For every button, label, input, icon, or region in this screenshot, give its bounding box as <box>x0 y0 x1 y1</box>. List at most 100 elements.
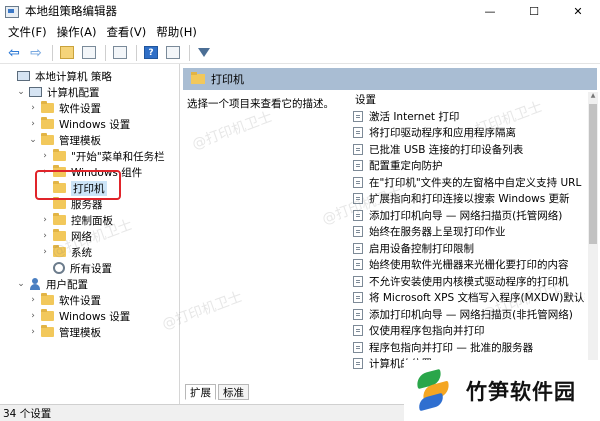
toolbar-separator <box>136 44 137 61</box>
close-button[interactable]: ✕ <box>556 0 600 22</box>
chevron-right-icon[interactable]: › <box>40 231 50 241</box>
policy-setting-icon <box>353 193 363 205</box>
folder-icon <box>53 149 66 161</box>
folder-icon <box>41 133 54 145</box>
maximize-button[interactable]: ☐ <box>512 0 556 22</box>
setting-label: 不允许安装使用内核模式驱动程序的打印机 <box>369 275 569 288</box>
menu-view[interactable]: 查看(V) <box>101 22 151 42</box>
setting-row[interactable]: 不允许安装使用内核模式驱动程序的打印机 <box>353 273 585 290</box>
tree-item[interactable]: › Windows 设置 <box>28 116 130 132</box>
tree-item-label: 控制面板 <box>71 214 113 227</box>
chevron-right-icon[interactable]: › <box>28 103 38 113</box>
chevron-right-icon[interactable]: › <box>28 119 38 129</box>
menu-action[interactable]: 操作(A) <box>52 22 102 42</box>
chevron-right-icon[interactable]: › <box>28 311 38 321</box>
chevron-right-icon[interactable]: › <box>28 295 38 305</box>
policy-setting-icon <box>353 242 363 254</box>
chevron-right-icon[interactable]: › <box>40 247 50 257</box>
tree-item[interactable]: › Windows 设置 <box>28 308 130 324</box>
setting-label: 启用设备控制打印限制 <box>369 242 474 255</box>
tree-item[interactable]: › 软件设置 <box>28 292 101 308</box>
setting-label: 程序包指向并打印 — 批准的服务器 <box>369 341 534 354</box>
up-folder-button[interactable] <box>57 44 77 62</box>
setting-label: 始终使用软件光栅器来光栅化要打印的内容 <box>369 259 569 272</box>
tree-item[interactable]: 所有设置 <box>40 260 112 276</box>
chevron-down-icon[interactable]: ⌄ <box>16 279 26 289</box>
setting-label: 始终在服务器上呈现打印作业 <box>369 226 506 239</box>
help-icon: ? <box>144 46 158 59</box>
tree-item-label: 管理模板 <box>59 326 101 339</box>
setting-row[interactable]: 扩展指向和打印连接以搜索 Windows 更新 <box>353 191 585 208</box>
policy-setting-icon <box>353 259 363 271</box>
tree-item-label: 网络 <box>71 230 92 243</box>
tree-item[interactable]: › 网络 <box>40 228 92 244</box>
forward-arrow-icon[interactable]: ⇨ <box>26 44 46 62</box>
scroll-thumb[interactable] <box>589 104 597 244</box>
folder-icon <box>41 293 54 305</box>
setting-row[interactable]: 仅使用程序包指向并打印 <box>353 323 585 340</box>
tree-item[interactable]: › 控制面板 <box>40 212 113 228</box>
tab-standard[interactable]: 标准 <box>218 384 249 400</box>
show-tree-button[interactable] <box>79 44 99 62</box>
user-icon <box>29 278 41 290</box>
export-list-icon <box>113 46 127 59</box>
tree-item[interactable]: › 系统 <box>40 244 92 260</box>
export-list-button[interactable] <box>110 44 130 62</box>
setting-label: 在"打印机"文件夹的左窗格中自定义支持 URL <box>369 176 582 189</box>
chevron-right-icon[interactable]: › <box>40 215 50 225</box>
setting-label: 添加打印机向导 — 网络扫描页(托管网络) <box>369 209 563 222</box>
setting-row[interactable]: 将 Microsoft XPS 文档写入程序(MXDW)默认输出 <box>353 290 585 307</box>
setting-row[interactable]: 将打印驱动程序和应用程序隔离 <box>353 125 585 142</box>
setting-row[interactable]: 在"打印机"文件夹的左窗格中自定义支持 URL <box>353 174 585 191</box>
tree-item[interactable]: › 管理模板 <box>28 324 101 340</box>
chevron-down-icon[interactable]: ⌄ <box>16 87 26 97</box>
tree-item[interactable]: › "开始"菜单和任务栏 <box>40 148 165 164</box>
setting-label: 仅使用程序包指向并打印 <box>369 325 485 338</box>
setting-row[interactable]: 已批准 USB 连接的打印设备列表 <box>353 141 585 158</box>
tree-item-label: 用户配置 <box>46 278 88 291</box>
minimize-button[interactable]: — <box>468 0 512 22</box>
setting-row[interactable]: 添加打印机向导 — 网络扫描页(非托管网络) <box>353 306 585 323</box>
tree-item-label: 软件设置 <box>59 102 101 115</box>
policy-setting-icon <box>353 176 363 188</box>
folder-icon <box>41 117 54 129</box>
policy-setting-icon <box>353 127 363 139</box>
tree-item[interactable]: ⌄ 计算机配置 <box>16 84 99 100</box>
tree-item[interactable]: 本地计算机 策略 <box>4 68 112 84</box>
column-header-setting[interactable]: 设置 <box>353 92 585 108</box>
menu-bar: 文件(F) 操作(A) 查看(V) 帮助(H) <box>0 22 600 42</box>
window-title: 本地组策略编辑器 <box>25 4 117 18</box>
setting-row[interactable]: 添加打印机向导 — 网络扫描页(托管网络) <box>353 207 585 224</box>
setting-label: 已批准 USB 连接的打印设备列表 <box>369 143 524 156</box>
policy-setting-icon <box>353 341 363 353</box>
scroll-up-icon[interactable]: ▲ <box>588 92 598 102</box>
chevron-right-icon[interactable]: › <box>28 327 38 337</box>
policy-setting-icon <box>353 160 363 172</box>
tree-item[interactable]: › 软件设置 <box>28 100 101 116</box>
tree-item[interactable]: ⌄ 用户配置 <box>16 276 88 292</box>
setting-row[interactable]: 程序包指向并打印 — 批准的服务器 <box>353 339 585 356</box>
details-header: 打印机 <box>183 68 597 90</box>
menu-help[interactable]: 帮助(H) <box>151 22 202 42</box>
folder-icon <box>53 197 66 209</box>
tab-extended[interactable]: 扩展 <box>185 384 216 400</box>
setting-row[interactable]: 始终在服务器上呈现打印作业 <box>353 224 585 241</box>
gpedit-app-icon <box>5 5 19 18</box>
status-text: 34 个设置 <box>3 407 52 420</box>
help-button[interactable]: ? <box>141 44 161 62</box>
menu-file[interactable]: 文件(F) <box>3 22 52 42</box>
policy-setting-icon <box>353 110 363 122</box>
chevron-right-icon[interactable]: › <box>40 151 50 161</box>
filter-button[interactable] <box>194 44 214 62</box>
setting-row[interactable]: 始终使用软件光栅器来光栅化要打印的内容 <box>353 257 585 274</box>
setting-row[interactable]: 激活 Internet 打印 <box>353 108 585 125</box>
setting-row[interactable]: 启用设备控制打印限制 <box>353 240 585 257</box>
policy-setting-icon <box>353 358 363 370</box>
policy-setting-icon <box>353 308 363 320</box>
vertical-scrollbar[interactable]: ▲ ▼ <box>588 92 598 376</box>
properties-button[interactable] <box>163 44 183 62</box>
tree-item[interactable]: ⌄ 管理模板 <box>28 132 101 148</box>
back-arrow-icon[interactable]: ⇦ <box>4 44 24 62</box>
setting-row[interactable]: 配置重定向防护 <box>353 158 585 175</box>
chevron-down-icon[interactable]: ⌄ <box>28 135 38 145</box>
